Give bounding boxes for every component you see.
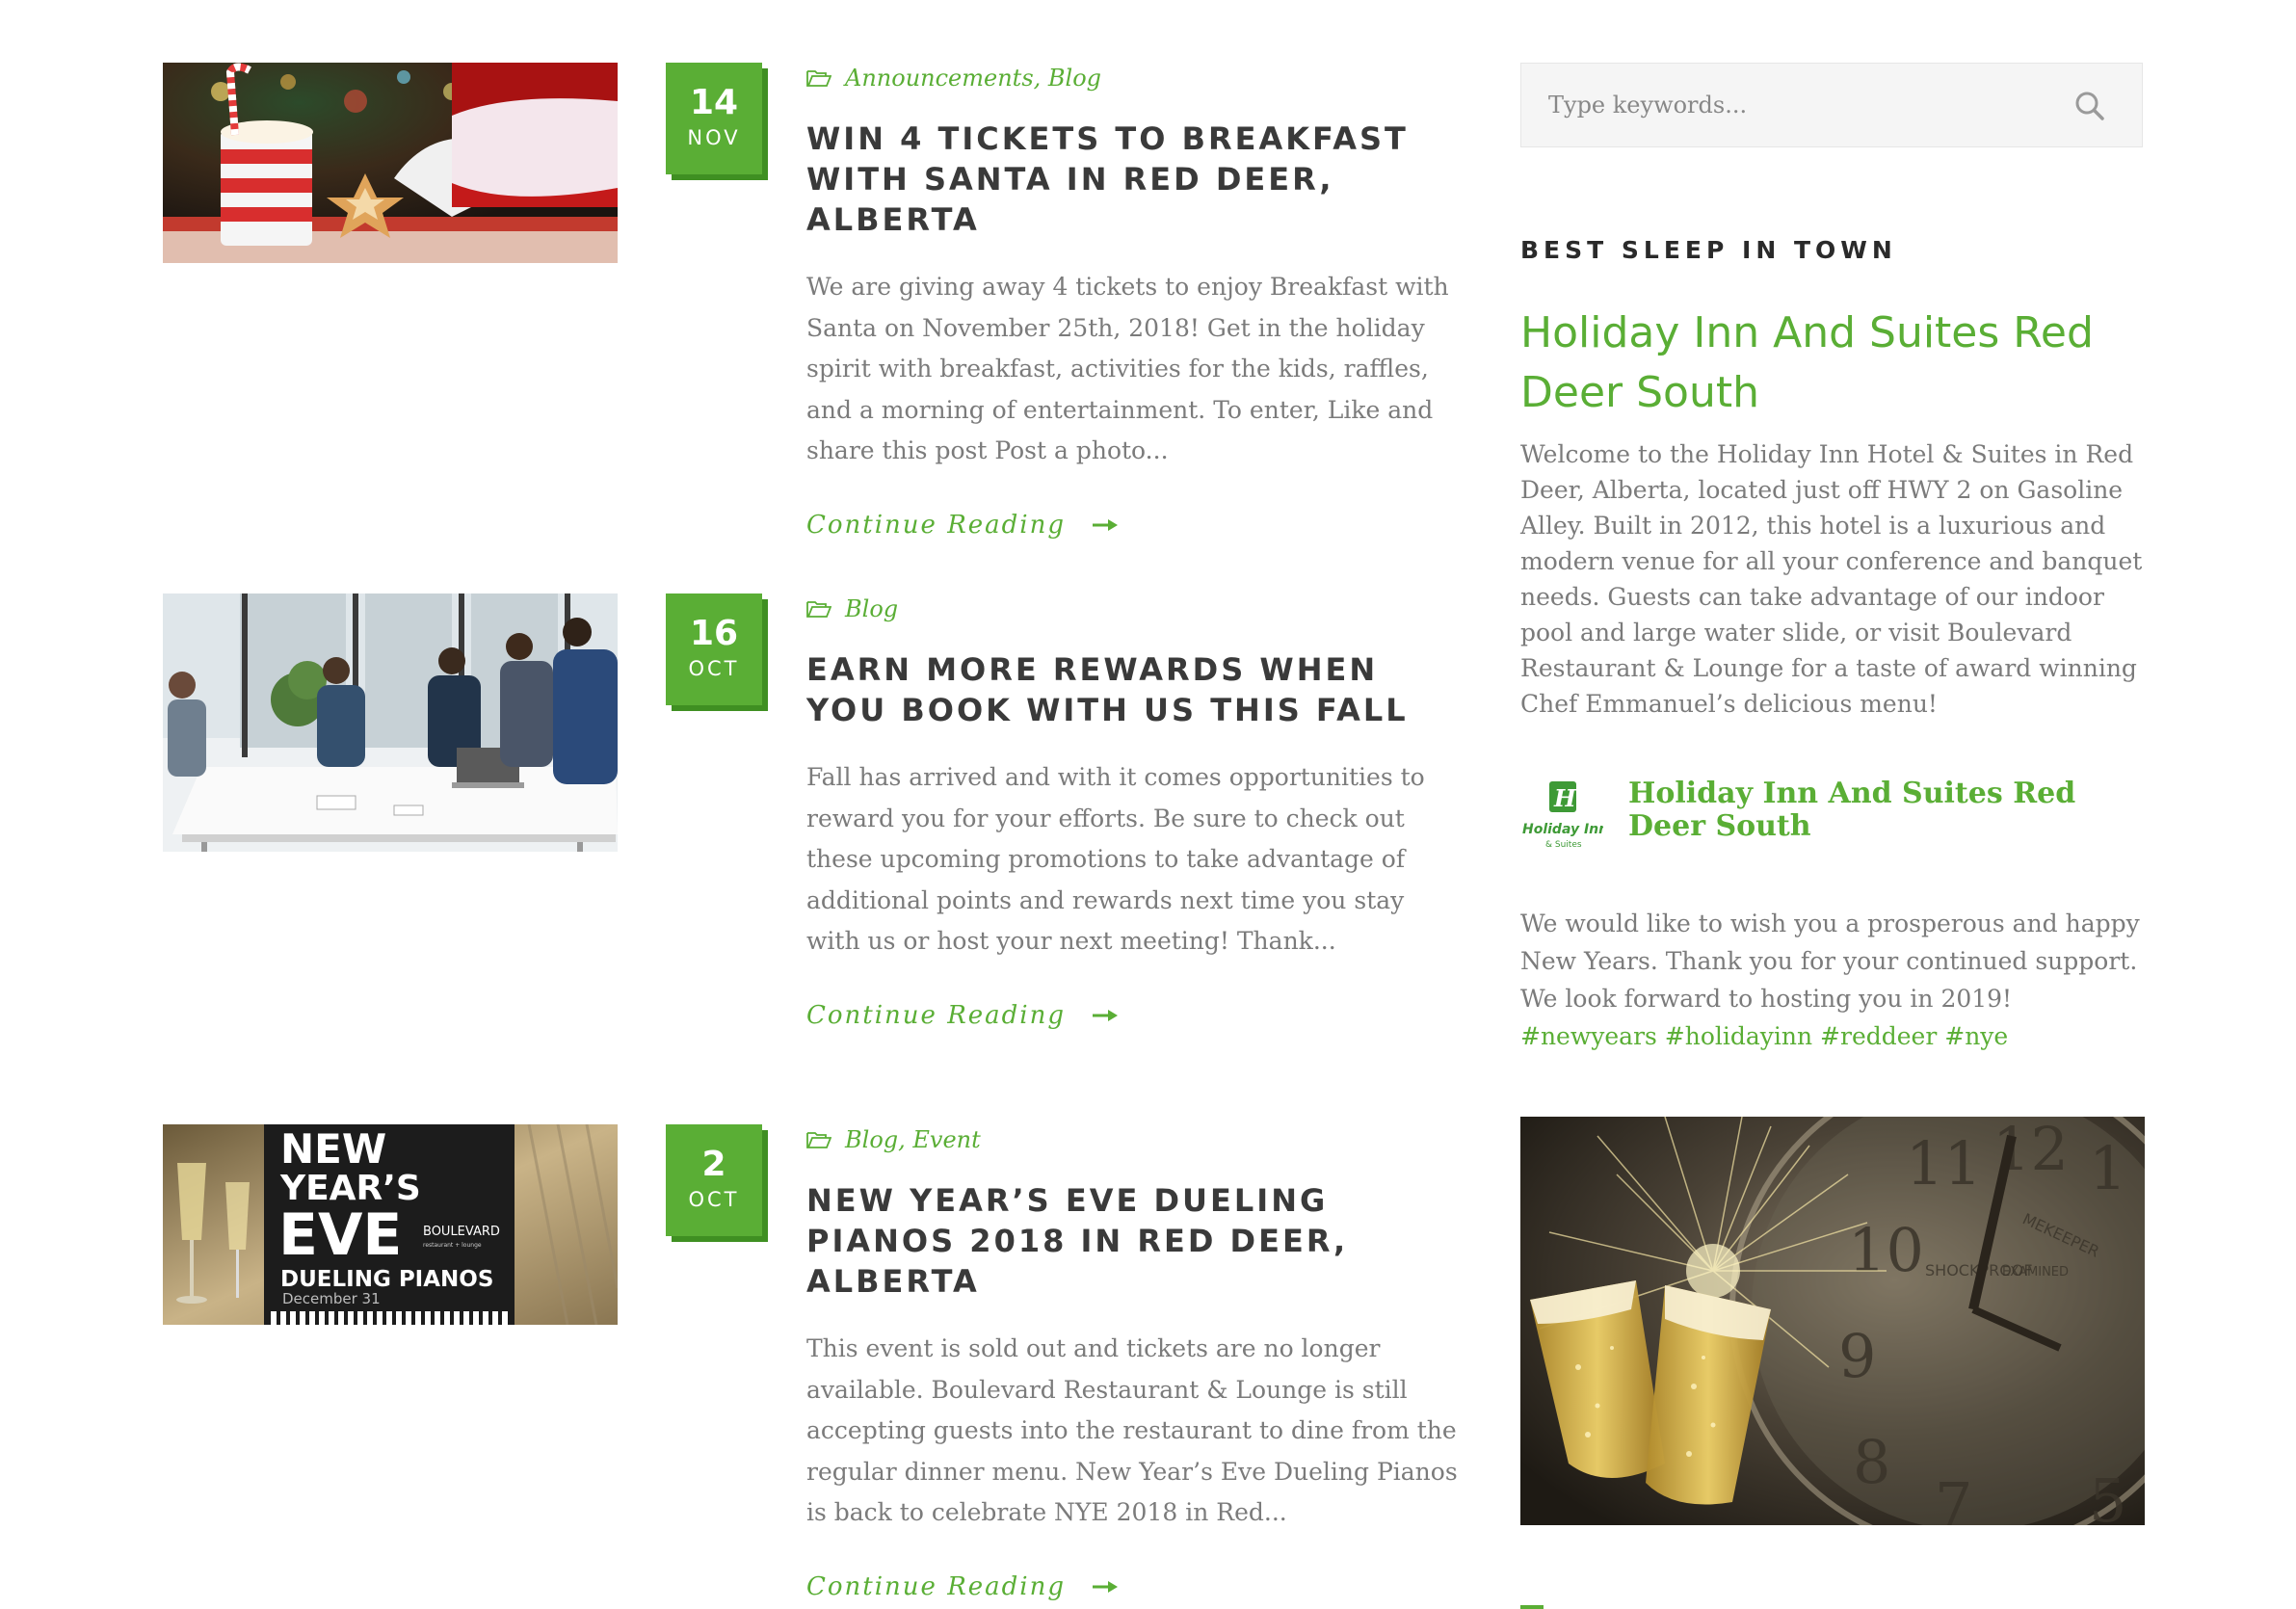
- post-thumbnail[interactable]: [163, 593, 618, 852]
- dueling-pianos-image: NEW YEAR’S EVE BOULEVARD restaurant + lo…: [163, 1124, 618, 1325]
- nye-image-line3: EVE: [278, 1201, 402, 1269]
- svg-text:11: 11: [1906, 1128, 1982, 1199]
- svg-text:9: 9: [1838, 1321, 1876, 1391]
- post-excerpt: This event is sold out and tickets are n…: [806, 1334, 1458, 1526]
- svg-text:7: 7: [1935, 1469, 1972, 1525]
- post-title[interactable]: EARN MORE REWARDS WHEN YOU BOOK WITH US …: [806, 649, 1462, 730]
- post-excerpt: We are giving away 4 tickets to enjoy Br…: [806, 273, 1449, 464]
- search-icon[interactable]: [2074, 91, 2105, 121]
- continue-reading-link[interactable]: Continue Reading: [806, 1001, 1462, 1030]
- social-post-author[interactable]: Holiday Inn And Suites Red Deer South: [1628, 778, 2129, 843]
- nye-image-brand-sub: restaurant + lounge: [423, 1242, 482, 1249]
- holiday-inn-logo[interactable]: H Holiday Inn & Suites: [1520, 778, 1603, 855]
- post-category-links[interactable]: Announcements, Blog: [845, 63, 1101, 93]
- continue-reading-label: Continue Reading: [806, 510, 1067, 540]
- post-thumbnail[interactable]: [163, 63, 618, 263]
- post-categories: Blog: [806, 593, 1462, 624]
- santa-cocoa-image: [163, 63, 618, 263]
- svg-text:1: 1: [2089, 1133, 2126, 1203]
- svg-text:H: H: [1553, 784, 1577, 812]
- logo-text: Holiday Inn: [1522, 822, 1603, 837]
- post-content: Announcements, Blog WIN 4 TICKETS TO BRE…: [806, 63, 1462, 540]
- post-date-month: OCT: [688, 1188, 740, 1211]
- svg-text:5: 5: [2089, 1465, 2126, 1525]
- arrow-right-icon: [1093, 1009, 1119, 1021]
- next-widget-edge: [1520, 1605, 1544, 1609]
- post-categories: Announcements, Blog: [806, 63, 1462, 93]
- social-post-image[interactable]: 11 12 1 10 9 8 7 5 SHOCKPROOF MEKEEPER E…: [1520, 1117, 2145, 1525]
- clock-text-3: EXAMINED: [2002, 1265, 2069, 1279]
- folder-open-icon: [806, 601, 831, 618]
- widget-title: BEST SLEEP IN TOWN: [1520, 236, 1897, 264]
- business-meeting-image: [163, 593, 618, 852]
- post-date-day: 14: [689, 83, 739, 122]
- post-excerpt: Fall has arrived and with it comes oppor…: [806, 763, 1425, 955]
- continue-reading-link[interactable]: Continue Reading: [806, 511, 1462, 540]
- post-date: 16 OCT: [666, 593, 762, 705]
- nye-image-line1: NEW: [280, 1125, 386, 1173]
- search-input[interactable]: [1521, 64, 2049, 146]
- social-post-header: H Holiday Inn & Suites Holiday Inn And S…: [1520, 778, 2145, 855]
- post-content: Blog, Event NEW YEAR’S EVE DUELING PIANO…: [806, 1124, 1462, 1601]
- continue-reading-label: Continue Reading: [806, 1000, 1067, 1030]
- post-date: 14 NOV: [666, 63, 762, 174]
- sidebar: BEST SLEEP IN TOWN Holiday Inn And Suite…: [1520, 63, 2145, 1525]
- folder-open-icon: [806, 70, 831, 87]
- social-post-text: We would like to wish you a prosperous a…: [1520, 910, 2140, 1013]
- post-date-month: OCT: [688, 657, 740, 680]
- page: 14 NOV Announcements, Blog WIN 4 TICKETS…: [0, 0, 2296, 1609]
- folder-open-icon: [806, 1132, 831, 1148]
- continue-reading-label: Continue Reading: [806, 1571, 1067, 1601]
- post-categories: Blog, Event: [806, 1124, 1462, 1155]
- post-date-month: NOV: [687, 126, 741, 149]
- svg-text:8: 8: [1853, 1427, 1890, 1497]
- post-category-links[interactable]: Blog, Event: [845, 1124, 981, 1155]
- post-content: Blog EARN MORE REWARDS WHEN YOU BOOK WIT…: [806, 593, 1462, 1030]
- post-title[interactable]: WIN 4 TICKETS TO BREAKFAST WITH SANTA IN…: [806, 119, 1462, 240]
- social-post-hashtags[interactable]: #newyears #holidayinn #reddeer #nye: [1520, 1022, 2008, 1050]
- arrow-right-icon: [1093, 1580, 1119, 1593]
- logo-subtext: & Suites: [1545, 840, 1582, 850]
- post-title[interactable]: NEW YEAR’S EVE DUELING PIANOS 2018 IN RE…: [806, 1180, 1462, 1302]
- nye-image-line5: December 31: [282, 1290, 381, 1307]
- hotel-name: Holiday Inn And Suites Red Deer South: [1520, 308, 2094, 417]
- post-thumbnail[interactable]: NEW YEAR’S EVE BOULEVARD restaurant + lo…: [163, 1124, 618, 1325]
- post-date-day: 2: [701, 1145, 726, 1184]
- post-date-day: 16: [689, 614, 739, 653]
- arrow-right-icon: [1093, 518, 1119, 531]
- hotel-description: Welcome to the Holiday Inn Hotel & Suite…: [1520, 440, 2143, 718]
- nye-image-brand: BOULEVARD: [423, 1225, 500, 1239]
- search-box: [1520, 63, 2143, 147]
- post-category-links[interactable]: Blog: [845, 593, 898, 624]
- nye-image-line4: DUELING PIANOS: [280, 1267, 493, 1292]
- continue-reading-link[interactable]: Continue Reading: [806, 1572, 1462, 1601]
- champagne-clock-image: 11 12 1 10 9 8 7 5 SHOCKPROOF MEKEEPER E…: [1520, 1117, 2145, 1525]
- post-date: 2 OCT: [666, 1124, 762, 1236]
